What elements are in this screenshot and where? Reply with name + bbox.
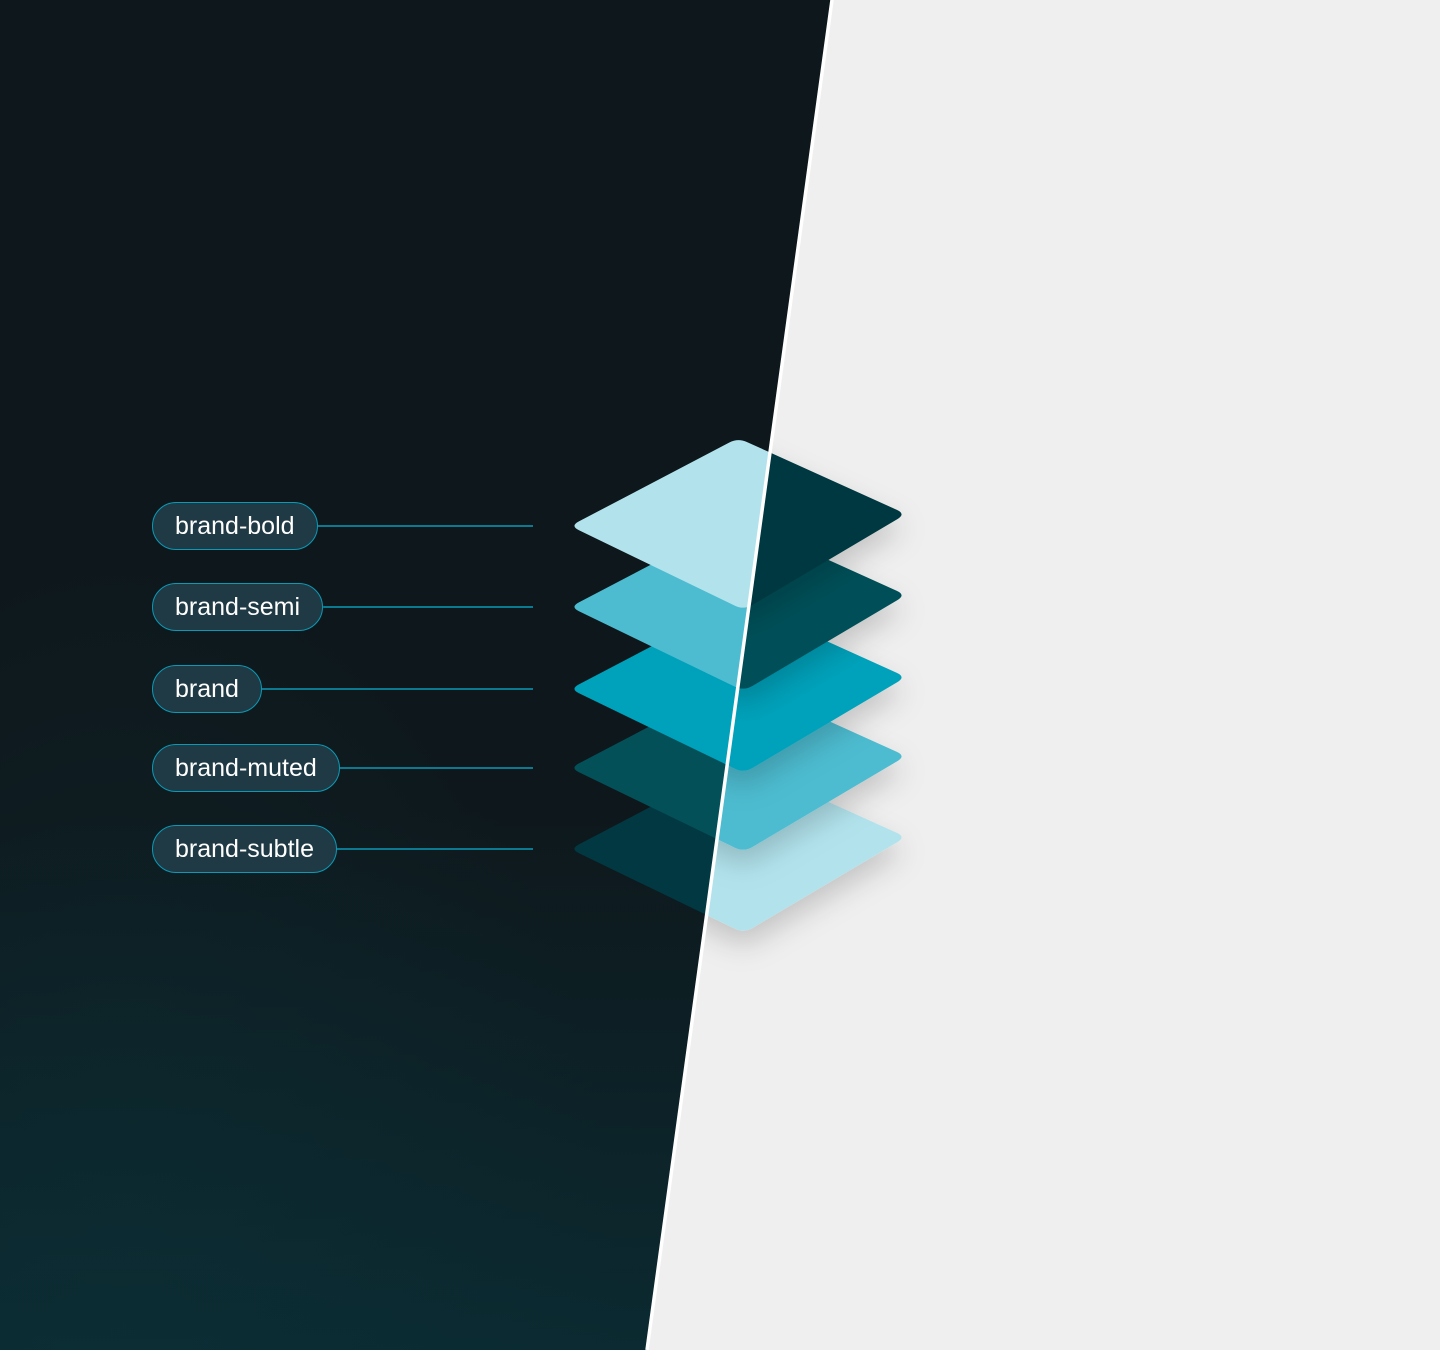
token-pill-brand: brand [152,665,262,713]
token-pill-brand-muted: brand-muted [152,744,340,792]
token-pill-brand-bold: brand-bold [152,502,318,550]
theme-comparison-diagram: brand-bold brand-semi brand brand-muted bran… [0,0,1440,1350]
token-pill-brand-semi: brand-semi [152,583,324,631]
token-pill-brand-subtle: brand-subtle [152,825,337,873]
